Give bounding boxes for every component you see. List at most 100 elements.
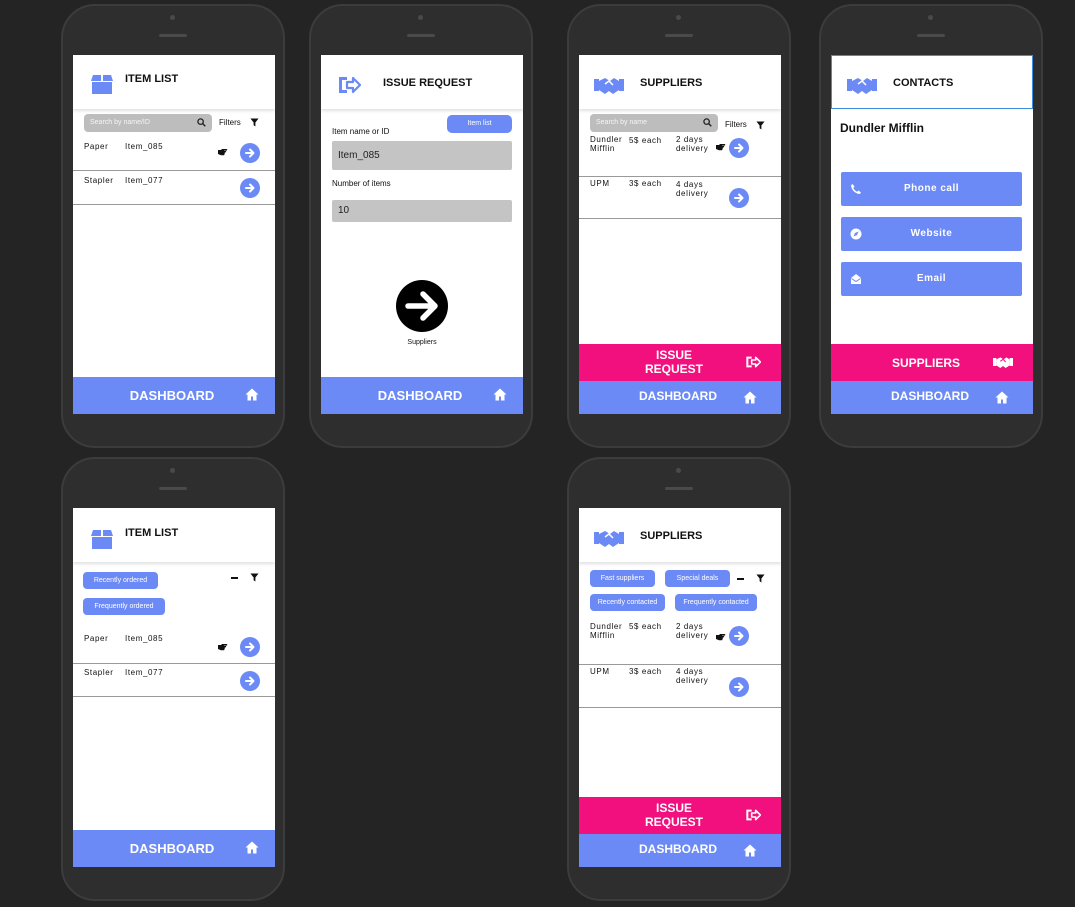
open-supplier-button[interactable] bbox=[729, 138, 749, 158]
issue-request-button[interactable]: ISSUE REQUEST bbox=[579, 797, 781, 834]
collapse-filters-icon[interactable] bbox=[231, 577, 238, 579]
item-id: Item_077 bbox=[125, 668, 164, 677]
supplier-name-line1: Dundler bbox=[590, 135, 623, 144]
pointing-hand-icon bbox=[716, 633, 726, 641]
collapse-filters-icon[interactable] bbox=[737, 578, 744, 580]
item-count-value: 10 bbox=[338, 205, 350, 216]
home-icon bbox=[245, 388, 259, 401]
item-field-label: Item name or ID bbox=[332, 127, 390, 136]
dashboard-button[interactable]: DASHBOARD bbox=[579, 381, 781, 414]
issue-request-label: ISSUE REQUEST bbox=[579, 801, 769, 829]
arrow-right-icon bbox=[733, 192, 745, 204]
dashboard-button[interactable]: DASHBOARD bbox=[73, 377, 275, 414]
suppliers-button[interactable]: SUPPLIERS bbox=[831, 344, 1033, 381]
filter-chip-recently-contacted[interactable]: Recently contacted bbox=[590, 594, 665, 611]
dashboard-button[interactable]: DASHBOARD bbox=[73, 830, 275, 867]
screen-suppliers-filtered: SUPPLIERS Fast suppliers Special deals R… bbox=[579, 508, 781, 867]
filter-chip-fast-suppliers[interactable]: Fast suppliers bbox=[590, 570, 655, 587]
supplier-price: 5$ each bbox=[629, 622, 662, 631]
arrow-right-icon bbox=[244, 641, 256, 653]
search-icon bbox=[703, 118, 712, 127]
phone-camera bbox=[676, 468, 681, 473]
open-supplier-button[interactable] bbox=[729, 677, 749, 697]
filter-icon[interactable] bbox=[756, 574, 765, 583]
delivery-line1: 4 days bbox=[676, 180, 704, 189]
delivery-line1: 2 days bbox=[676, 622, 704, 631]
handshake-icon bbox=[993, 355, 1013, 369]
issue-label-line2: REQUEST bbox=[644, 815, 703, 829]
pointing-hand-icon bbox=[218, 643, 228, 651]
supplier-price: 3$ each bbox=[629, 667, 662, 676]
screen-suppliers: SUPPLIERS Search by name Filters Dundler… bbox=[579, 55, 781, 414]
item-id: Item_085 bbox=[125, 142, 164, 151]
email-button[interactable]: Email bbox=[841, 262, 1022, 296]
header: SUPPLIERS bbox=[579, 508, 781, 562]
arrow-right-icon bbox=[244, 147, 256, 159]
row-divider bbox=[579, 176, 781, 177]
open-supplier-button[interactable] bbox=[729, 626, 749, 646]
website-label: Website bbox=[910, 228, 953, 239]
filter-chip-frequently-ordered[interactable]: Frequently ordered bbox=[83, 598, 165, 615]
filter-icon[interactable] bbox=[250, 118, 259, 127]
open-item-button[interactable] bbox=[240, 178, 260, 198]
page-title: SUPPLIERS bbox=[640, 530, 703, 542]
issue-request-button[interactable]: ISSUE REQUEST bbox=[579, 344, 781, 381]
supplier-price: 3$ each bbox=[629, 179, 662, 188]
supplier-name: Dundler Mifflin bbox=[590, 135, 622, 153]
count-field-label: Number of items bbox=[332, 179, 391, 188]
website-button[interactable]: Website bbox=[841, 217, 1022, 251]
dashboard-button[interactable]: DASHBOARD bbox=[321, 377, 523, 414]
header: SUPPLIERS bbox=[579, 55, 781, 109]
filter-icon[interactable] bbox=[250, 573, 259, 582]
home-icon bbox=[493, 388, 507, 401]
supplier-name-line2: Mifflin bbox=[590, 144, 615, 153]
arrow-right-icon bbox=[244, 182, 256, 194]
filter-chip-special-deals[interactable]: Special deals bbox=[665, 570, 730, 587]
issue-label-line2: REQUEST bbox=[644, 362, 703, 376]
phone-camera bbox=[170, 468, 175, 473]
search-input[interactable]: Search by name bbox=[590, 114, 718, 132]
envelope-icon bbox=[850, 273, 862, 285]
filter-chip-recently-ordered[interactable]: Recently ordered bbox=[83, 572, 158, 589]
phone-camera bbox=[170, 15, 175, 20]
search-placeholder: Search by name/ID bbox=[90, 119, 150, 126]
phone-speaker bbox=[917, 34, 945, 37]
arrow-right-icon bbox=[733, 681, 745, 693]
header: ITEM LIST bbox=[73, 55, 275, 109]
open-item-button[interactable] bbox=[240, 637, 260, 657]
supplier-name: Dundler Mifflin bbox=[590, 622, 622, 640]
dashboard-button[interactable]: DASHBOARD bbox=[579, 834, 781, 867]
phone-contacts: CONTACTS Dundler Mifflin Phone call Webs… bbox=[819, 4, 1043, 448]
filters-label[interactable]: Filters bbox=[725, 120, 747, 129]
search-input[interactable]: Search by name/ID bbox=[84, 114, 212, 132]
row-divider bbox=[579, 218, 781, 219]
page-title: SUPPLIERS bbox=[640, 77, 703, 89]
pointing-hand-icon bbox=[716, 143, 726, 151]
open-item-button[interactable] bbox=[240, 143, 260, 163]
home-icon bbox=[743, 391, 757, 404]
item-name: Paper bbox=[84, 142, 109, 151]
item-name-value: Item_085 bbox=[338, 150, 380, 161]
phone-suppliers: SUPPLIERS Search by name Filters Dundler… bbox=[567, 4, 791, 448]
phone-speaker bbox=[665, 34, 693, 37]
issue-request-label: ISSUE REQUEST bbox=[579, 348, 769, 376]
phone-call-button[interactable]: Phone call bbox=[841, 172, 1022, 206]
phone-suppliers-filtered: SUPPLIERS Fast suppliers Special deals R… bbox=[567, 457, 791, 901]
open-item-button[interactable] bbox=[240, 671, 260, 691]
page-title: CONTACTS bbox=[893, 77, 954, 89]
filters-label[interactable]: Filters bbox=[219, 118, 241, 127]
header: CONTACTS bbox=[831, 55, 1033, 109]
item-count-input[interactable]: 10 bbox=[332, 200, 512, 222]
filter-icon[interactable] bbox=[756, 121, 765, 130]
open-supplier-button[interactable] bbox=[729, 188, 749, 208]
search-icon bbox=[197, 118, 206, 127]
item-name-input[interactable]: Item_085 bbox=[332, 141, 512, 170]
company-name: Dundler Mifflin bbox=[840, 121, 924, 135]
next-suppliers-button[interactable] bbox=[396, 280, 448, 332]
compass-icon bbox=[850, 228, 862, 240]
dashboard-button[interactable]: DASHBOARD bbox=[831, 381, 1033, 414]
supplier-price: 5$ each bbox=[629, 136, 662, 145]
home-icon bbox=[245, 841, 259, 854]
item-list-button[interactable]: Item list bbox=[447, 115, 512, 133]
filter-chip-frequently-contacted[interactable]: Frequently contacted bbox=[675, 594, 757, 611]
